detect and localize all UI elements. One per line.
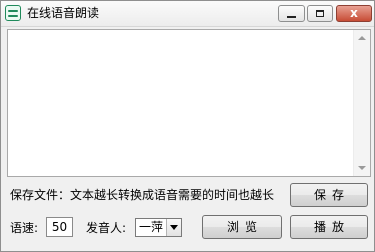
scroll-up-icon[interactable] <box>358 36 366 40</box>
minimize-icon <box>287 16 296 18</box>
vertical-scrollbar[interactable] <box>353 30 370 176</box>
save-button[interactable]: 保存 <box>290 183 368 207</box>
speech-app-icon <box>5 5 21 21</box>
close-icon: x <box>350 6 358 20</box>
speaker-label: 发音人: <box>86 221 127 235</box>
chevron-down-icon <box>170 225 178 230</box>
play-button[interactable]: 播放 <box>290 215 368 239</box>
speaker-dropdown-button[interactable] <box>166 219 181 236</box>
title-bar[interactable]: 在线语音朗读 x <box>1 1 374 27</box>
minimize-button[interactable] <box>278 5 305 22</box>
speaker-select[interactable]: 一萍 <box>135 218 182 237</box>
speed-label: 语速: <box>10 221 39 235</box>
maximize-icon <box>316 10 324 17</box>
browse-button[interactable]: 浏览 <box>202 215 282 239</box>
maximize-button[interactable] <box>307 5 333 22</box>
save-hint-label: 保存文件：文本越长转换成语音需要的时间也越长 <box>10 188 275 202</box>
close-button[interactable]: x <box>336 5 372 22</box>
window-title: 在线语音朗读 <box>27 6 100 20</box>
text-input-area[interactable] <box>7 29 371 177</box>
speaker-selected-value: 一萍 <box>139 220 164 234</box>
app-window: 在线语音朗读 x 保存文件：文本越长转换成语音需要的时间也越长 保存 语速: 5… <box>0 0 375 252</box>
scroll-down-icon[interactable] <box>358 166 366 170</box>
speed-input[interactable]: 50 <box>46 217 73 237</box>
